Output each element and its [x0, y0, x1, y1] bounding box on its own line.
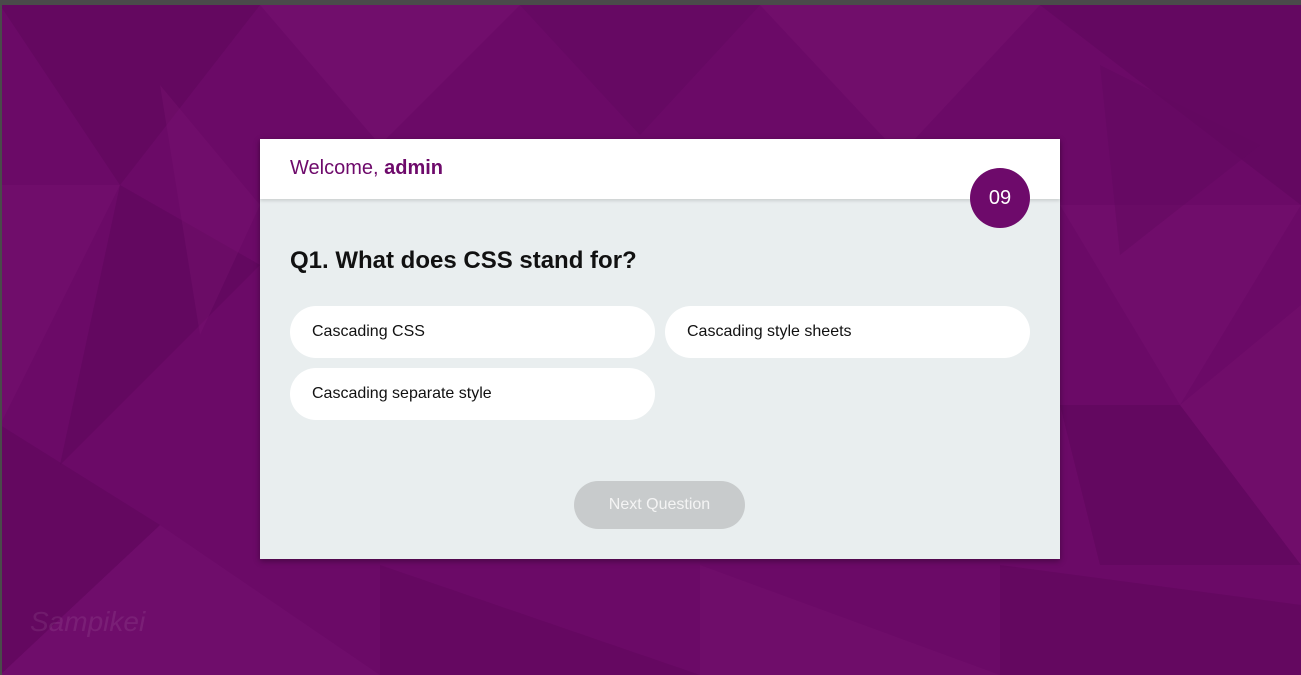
- card-header: Welcome, admin: [260, 139, 1060, 199]
- quiz-page: Sampikei Welcome, admin 09 Q1. What does…: [0, 0, 1301, 675]
- countdown-timer: 09: [970, 168, 1030, 228]
- answer-option-label: Cascading CSS: [312, 323, 425, 340]
- answer-option[interactable]: Cascading CSS: [290, 306, 655, 358]
- welcome-message: Welcome, admin: [290, 157, 443, 180]
- answer-option-label: Cascading separate style: [312, 385, 492, 402]
- answer-option[interactable]: Cascading style sheets: [665, 306, 1030, 358]
- question-text: Q1. What does CSS stand for?: [290, 247, 637, 274]
- window-left-edge: [0, 0, 2, 675]
- window-top-bar: [0, 0, 1301, 5]
- username: admin: [384, 157, 444, 179]
- next-question-button[interactable]: Next Question: [574, 481, 745, 529]
- welcome-prefix: Welcome,: [290, 157, 385, 179]
- answer-option[interactable]: Cascading separate style: [290, 368, 655, 420]
- answer-option-label: Cascading style sheets: [687, 323, 852, 340]
- watermark: Sampikei: [30, 606, 146, 637]
- quiz-card: Welcome, admin 09 Q1. What does CSS stan…: [260, 139, 1060, 559]
